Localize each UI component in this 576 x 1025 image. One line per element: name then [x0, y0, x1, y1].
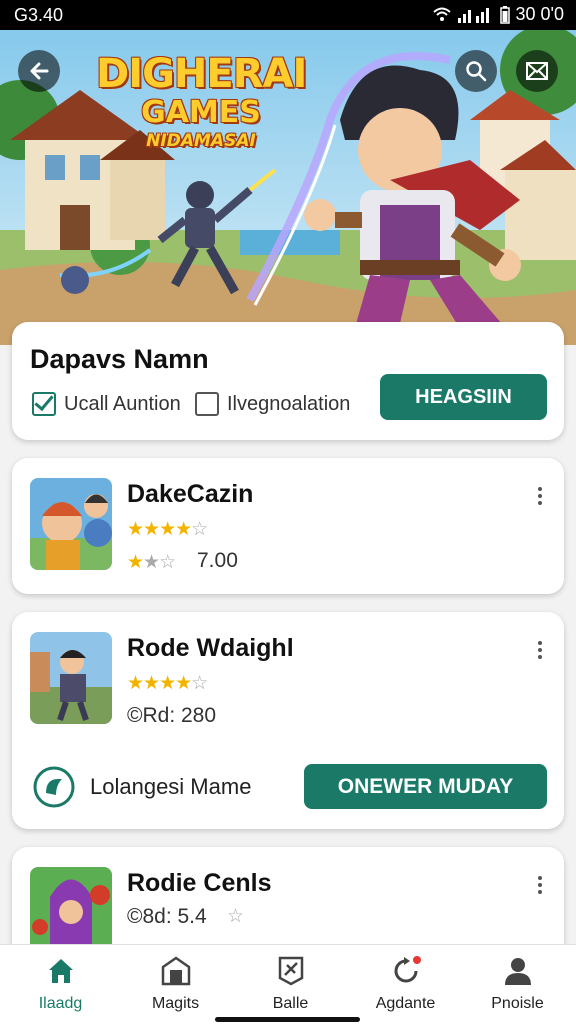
checkbox-checked-icon [32, 392, 56, 416]
status-icons: 30 0'0 [432, 4, 564, 25]
option-2-label: Ilvegnoalation [227, 392, 351, 415]
status-bar: G3.40 30 0'0 [0, 0, 576, 30]
nav-item-profile[interactable]: Pnoisle [460, 945, 575, 1025]
bottom-navigation: Ilaadg Magits Balle Agdante Pnoisle [0, 944, 576, 1025]
game-thumbnail [30, 478, 112, 570]
back-button[interactable] [18, 50, 60, 92]
search-button[interactable] [455, 50, 497, 92]
nav-label: Balle [272, 995, 309, 1012]
secondary-rating: ★★☆ [127, 552, 176, 573]
home-indicator[interactable] [215, 1017, 360, 1022]
star-rating: ☆ [227, 906, 244, 927]
game-info-card: Dapavs Namn Ucall Auntion Ilvegnoalation… [12, 322, 564, 440]
nav-label: Agdante [375, 995, 436, 1012]
item-footer-label: Lolangesi Mame [90, 774, 252, 799]
primary-action-button[interactable]: HEAGSIIN [380, 374, 547, 420]
envelope-icon [526, 62, 548, 80]
category-icon [33, 766, 75, 808]
nav-label: Magits [151, 995, 200, 1012]
status-time: G3.40 [14, 5, 64, 25]
more-options-icon[interactable] [538, 873, 542, 897]
battery-icon [499, 5, 510, 24]
logo-line-1: DIGHERAI [96, 51, 307, 97]
item-title: Rode Wdaighl [127, 634, 294, 662]
item-meta: ©8d: 5.4 [127, 905, 207, 928]
item-action-button[interactable]: ONEWER MUDAY [304, 764, 547, 809]
nav-item-updates[interactable]: Agdante [348, 945, 463, 1025]
more-options-icon[interactable] [538, 484, 542, 508]
item-title: Rodie Cenls [127, 869, 272, 897]
profile-icon [505, 958, 531, 985]
arrow-left-icon [30, 62, 49, 80]
logo-line-2: GAMES [141, 95, 261, 130]
item-meta: ©Rd: 280 [127, 704, 217, 727]
item-meta: 7.00 [197, 549, 238, 572]
nav-label: Pnoisle [491, 995, 544, 1012]
nav-label: Ilaadg [38, 995, 83, 1012]
option-1-label: Ucall Auntion [64, 392, 181, 415]
wifi-icon [432, 7, 451, 21]
game-thumbnail [30, 632, 112, 724]
share-button[interactable] [516, 50, 558, 92]
home-icon [49, 959, 73, 983]
list-item[interactable]: DakeCazin ★★★★☆ ★★☆ 7.00 [12, 458, 564, 594]
more-options-icon[interactable] [538, 638, 542, 662]
list-item[interactable]: Rode Wdaighl ★★★★☆ ©Rd: 280 Lolangesi Ma… [12, 612, 564, 829]
option-2-checkbox[interactable]: Ilvegnoalation [195, 392, 350, 416]
nav-item-battle[interactable]: Balle [233, 945, 348, 1025]
logo-line-3: NIDAMASAI [146, 131, 256, 151]
game-info-title: Dapavs Namn [30, 344, 209, 374]
nav-item-shop[interactable]: Magits [118, 945, 233, 1025]
hero-banner: DIGHERAI GAMES NIDAMASAI [0, 30, 576, 345]
signal-icon [457, 7, 489, 23]
checkbox-unchecked-icon [195, 392, 219, 416]
nav-item-home[interactable]: Ilaadg [3, 945, 118, 1025]
shop-icon [161, 956, 191, 986]
star-rating: ★★★★☆ [127, 519, 208, 540]
search-icon [466, 61, 487, 82]
refresh-icon [394, 956, 421, 983]
item-title: DakeCazin [127, 480, 254, 508]
option-1-checkbox[interactable]: Ucall Auntion [32, 392, 181, 416]
game-logo: DIGHERAI GAMES NIDAMASAI [96, 51, 307, 152]
status-right-text: 30 0'0 [515, 4, 564, 24]
star-rating: ★★★★☆ [127, 673, 208, 694]
badge-icon [278, 956, 304, 986]
